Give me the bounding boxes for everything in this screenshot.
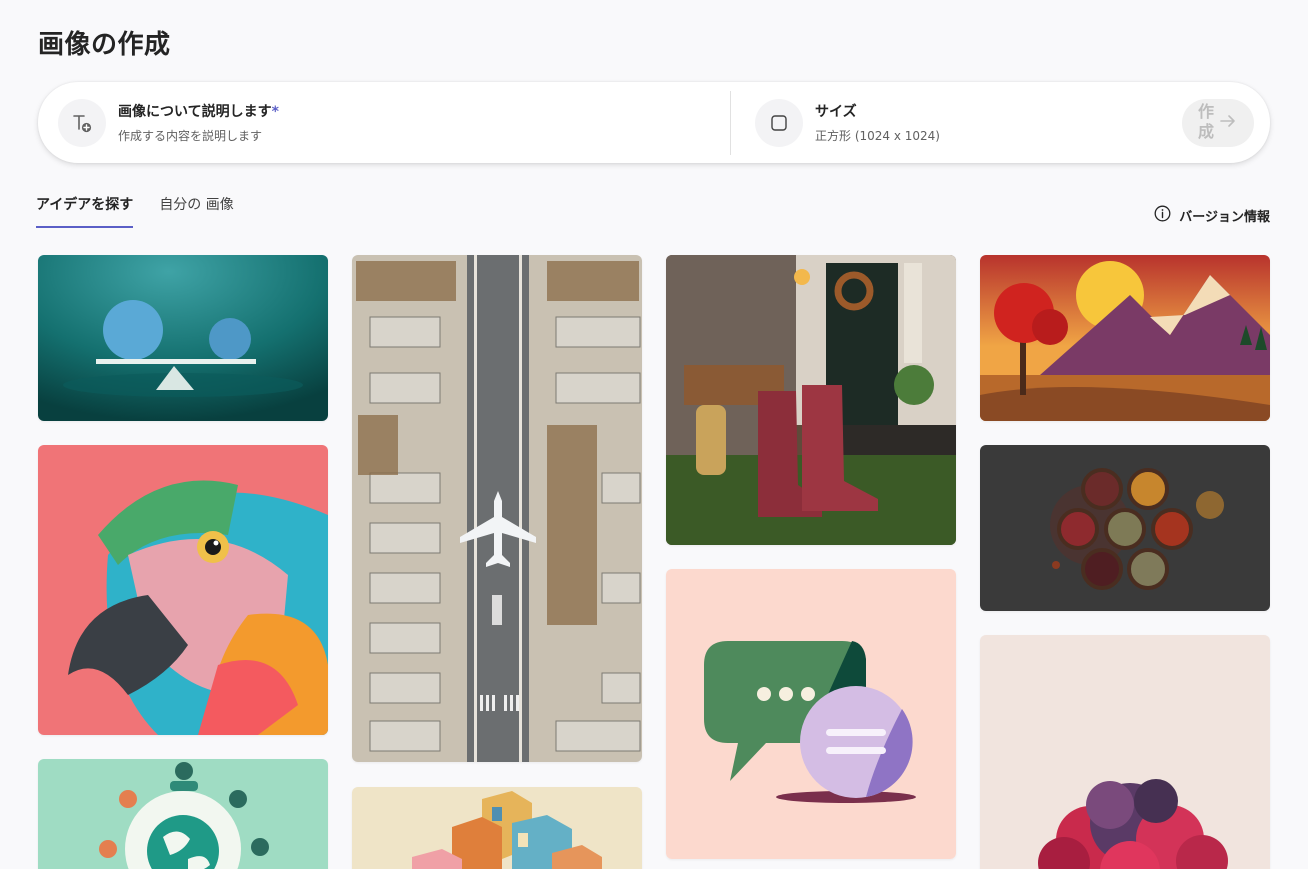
gallery-image-chat-bubbles[interactable] (666, 569, 956, 859)
size-value: 正方形 (1024 x 1024) (815, 129, 940, 143)
tab-bar: アイデアを探す 自分の 画像 (36, 194, 234, 228)
gallery-image-parrot[interactable] (38, 445, 328, 735)
create-button-label: 作成 (1198, 103, 1215, 141)
arrow-right-icon (1218, 111, 1238, 134)
prompt-placeholder: 作成する内容を説明します (118, 129, 263, 143)
size-label: サイズ (815, 104, 857, 120)
page-title: 画像の作成 (38, 30, 171, 60)
gallery-image-mountain-sunset[interactable] (980, 255, 1270, 421)
gallery-image-balance-scale[interactable] (38, 255, 328, 421)
gallery-image-spices[interactable] (980, 445, 1270, 611)
square-icon (755, 98, 803, 147)
version-info-button[interactable]: バージョン情報 (1154, 205, 1270, 226)
info-icon (1154, 205, 1171, 226)
gallery-image-globe-people[interactable] (38, 759, 328, 869)
prompt-label: 画像について説明します* (118, 104, 279, 120)
tab-explore-ideas[interactable]: アイデアを探す (36, 194, 134, 228)
text-add-icon (58, 98, 106, 147)
required-mark: * (271, 104, 279, 120)
size-selector[interactable]: サイズ 正方形 (1024 x 1024) 作成 (731, 82, 1270, 163)
gallery-image-airport[interactable] (352, 255, 642, 762)
gallery-image-porch-boots[interactable] (666, 255, 956, 545)
gallery-image-pink-cloud[interactable] (980, 635, 1270, 869)
version-info-label: バージョン情報 (1179, 210, 1270, 225)
create-button[interactable]: 作成 (1182, 98, 1254, 147)
gallery-image-isometric-city[interactable] (352, 787, 642, 869)
prompt-bar: 画像について説明します* 作成する内容を説明します サイズ 正方形 (1024 … (38, 82, 1270, 163)
tab-my-images[interactable]: 自分の 画像 (159, 194, 233, 228)
prompt-input[interactable]: 画像について説明します* 作成する内容を説明します (38, 82, 730, 163)
